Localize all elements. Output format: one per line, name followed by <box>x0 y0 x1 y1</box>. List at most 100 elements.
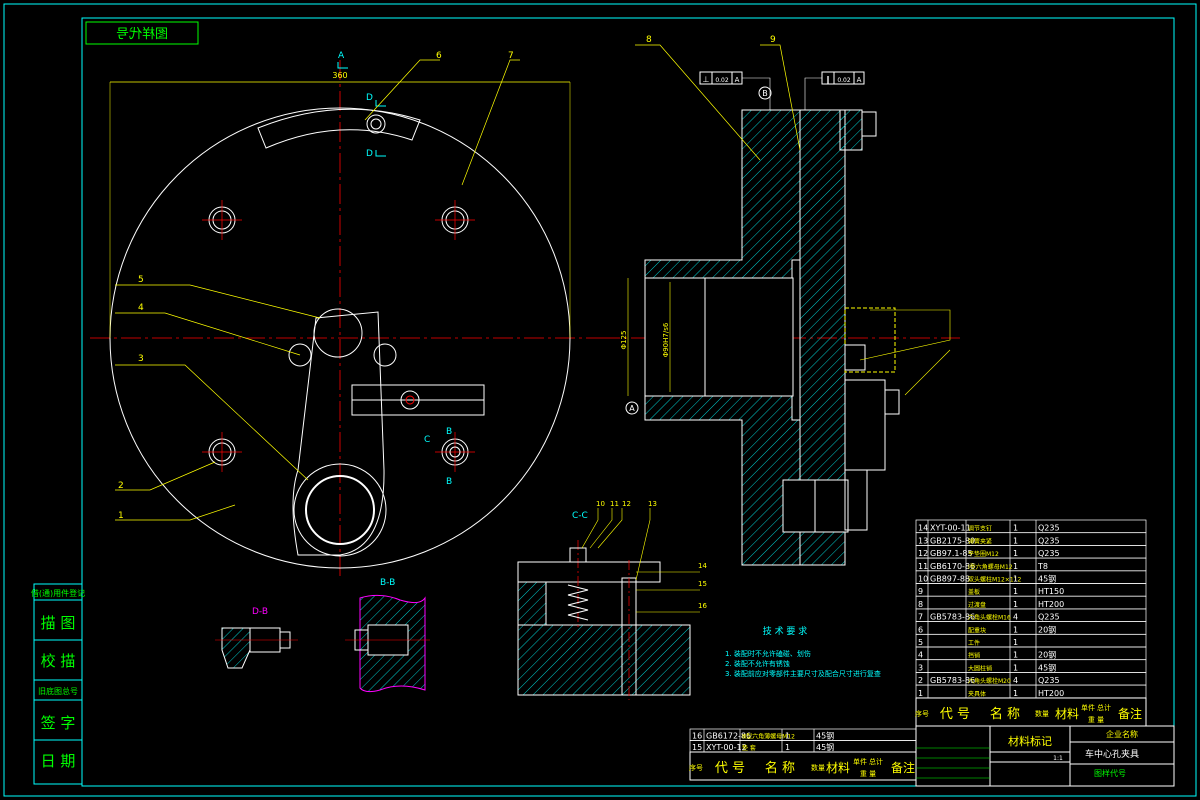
parts-cell-code: XYT-00-11 <box>930 524 971 533</box>
parts-cell-name: 挡销 <box>968 652 980 660</box>
parts-cell-no: 5 <box>918 638 923 647</box>
parts-cell-qty: 1 <box>1013 638 1018 647</box>
svg-text:备注: 备注 <box>1118 706 1142 721</box>
balloon-5: 5 <box>138 275 144 285</box>
svg-text:A: A <box>857 76 862 84</box>
parts-cell-name: 平垫圈M12 <box>968 550 999 558</box>
svg-text:总计: 总计 <box>1097 703 1111 712</box>
svg-text:总计: 总计 <box>869 757 883 766</box>
parts-list-header: 序号 代 号 名 称 数量 材料 单件 总计 重 量 备注 <box>915 697 1147 727</box>
svg-text:代 号: 代 号 <box>940 707 970 722</box>
parts-row: 13 GB2175-80弹簧夹紧 1 Q235 <box>915 532 1147 546</box>
parts-cell-qty: 4 <box>1013 676 1018 685</box>
parts-cell-qty: 1 <box>1013 689 1018 698</box>
balloon-3: 3 <box>138 354 144 364</box>
parts-bottom-header: 序号 代 号 名 称 数量 材料 单件 总计 重 量 备注 <box>689 751 917 781</box>
stamp-label: 描 图 <box>41 614 76 632</box>
stamp-label: 日 期 <box>41 752 76 770</box>
parts-cell-qty: 1 <box>1013 536 1018 545</box>
balloon-14: 14 <box>698 562 707 570</box>
front-view: 360 A D D C B B 6 7 5 4 3 2 1 <box>90 51 600 580</box>
parts-cell-mat: 20钢 <box>1038 650 1056 660</box>
svg-text:材料: 材料 <box>1055 707 1079 721</box>
balloon-8: 8 <box>646 35 652 45</box>
section-c-label: C <box>424 435 430 445</box>
section-b-bot: B <box>446 477 452 487</box>
parts-cell-no: 3 <box>918 663 923 672</box>
title-tag: 图样代号 <box>116 27 168 42</box>
svg-text:名 称: 名 称 <box>765 760 795 776</box>
parts-row: 1 夹具体 1 HT200 <box>915 684 1147 699</box>
parts-cell-qty: 1 <box>1013 562 1018 571</box>
parts-cell-no: 8 <box>918 600 923 609</box>
title-block: 材料标记 企业名称 车中心孔夹具 图样代号 1:1 <box>915 725 1175 787</box>
tech-req-line: 3. 装配前应对零部件主要尺寸及配合尺寸进行复查 <box>725 669 881 678</box>
svg-text:数量: 数量 <box>1035 709 1049 718</box>
section-a-label: A <box>338 51 345 61</box>
balloon-12: 12 <box>622 500 631 508</box>
parts-row: 2 GB5783-86六角头螺栓M20 4 Q235 <box>915 672 1147 686</box>
svg-text:单件: 单件 <box>853 757 867 766</box>
balloon-16: 16 <box>698 602 707 610</box>
section-cc-title: C-C <box>572 511 588 521</box>
parts-cell-mat: 45钢 <box>816 742 834 752</box>
parts-cell-name: 过渡盘 <box>968 601 986 609</box>
parts-cell-mat: HT200 <box>1038 600 1064 609</box>
parts-row: 8 过渡盘 1 HT200 <box>915 595 1147 610</box>
svg-text:⊥: ⊥ <box>703 75 710 84</box>
parts-cell-name: 调节支钉 <box>968 525 992 533</box>
parts-cell-code: GB897-88 <box>930 575 970 584</box>
technical-requirements: 技 术 要 求 1. 装配时不允许磕碰、划伤 2. 装配不允许有锈蚀 3. 装配… <box>725 625 881 678</box>
parts-list: 14 XYT-00-11调节支钉 1 Q23513 GB2175-80弹簧夹紧 1 Q235… <box>915 519 1147 699</box>
parts-cell-no: 12 <box>918 549 928 558</box>
parts-row: 7 GB5783-86六角头螺栓M16 4 Q235 <box>915 608 1147 622</box>
parts-cell-no: 2 <box>918 676 923 685</box>
parts-cell-code: GB97.1-85 <box>930 549 973 558</box>
parts-row: 10 GB897-88双头螺柱M12×1121 45钢 <box>915 570 1147 584</box>
drawing-code: 图样代号 <box>1094 768 1126 778</box>
bolt-hole <box>202 432 242 472</box>
material-mark: 材料标记 <box>1008 734 1052 748</box>
parts-cell-no: 6 <box>918 625 923 634</box>
parts-cell-no: 9 <box>918 587 923 596</box>
parts-cell-mat: 45钢 <box>816 731 834 741</box>
stamp-label: 旧底图总号 <box>38 686 78 696</box>
parts-cell-qty: 1 <box>1013 549 1018 558</box>
drawing-canvas: 图样代号 借(通)用件登记 描 图 校 描 旧底图总号 签 字 日 期 360 … <box>3 3 1197 797</box>
datum-a: A <box>629 404 635 413</box>
parts-cell-no: 7 <box>918 613 923 622</box>
parts-cell-no: 11 <box>918 562 928 571</box>
svg-text:单件: 单件 <box>1081 703 1095 712</box>
parts-cell-no: 16 <box>692 732 702 741</box>
parts-cell-qty: 1 <box>1013 587 1018 596</box>
parts-cell-no: 13 <box>918 536 928 545</box>
stamp-label: 校 描 <box>41 652 76 670</box>
stamp-label: 签 字 <box>41 714 76 732</box>
parts-cell-qty: 1 <box>1013 651 1018 660</box>
parts-cell-name: 六角头螺栓M16 <box>968 614 1011 622</box>
parts-cell-name: 工件 <box>968 639 980 647</box>
parts-cell-mat: Q235 <box>1038 536 1060 545</box>
parts-cell-name: 弹簧夹紧 <box>968 537 992 545</box>
balloon-1: 1 <box>118 511 124 521</box>
bolt-hole <box>435 200 475 240</box>
parts-row: 3 大圆柱销 1 45钢 <box>915 659 1147 673</box>
svg-text:代 号: 代 号 <box>715 761 745 776</box>
parts-cell-mat: Q235 <box>1038 524 1060 533</box>
stamp-label: 借(通)用件登记 <box>31 588 85 598</box>
parts-cell-mat: HT150 <box>1038 587 1064 596</box>
tech-req-line: 2. 装配不允许有锈蚀 <box>725 659 790 668</box>
section-db-title: D-B <box>252 607 268 617</box>
svg-text:序号: 序号 <box>689 763 703 772</box>
parts-cell-name: 盖板 <box>968 588 980 596</box>
parts-cell-no: 4 <box>918 651 923 660</box>
tolerance-frame-1: ⊥ 0.02 A <box>699 71 743 85</box>
section-b-top: B <box>446 427 452 437</box>
parts-cell-mat: Q235 <box>1038 613 1060 622</box>
balloon-11: 11 <box>610 500 619 508</box>
svg-text:重 量: 重 量 <box>1088 716 1104 724</box>
scale: 1:1 <box>1053 755 1063 762</box>
drawing-name: 车中心孔夹具 <box>1085 748 1139 760</box>
balloon-10: 10 <box>596 500 605 508</box>
svg-text:A: A <box>735 76 740 84</box>
